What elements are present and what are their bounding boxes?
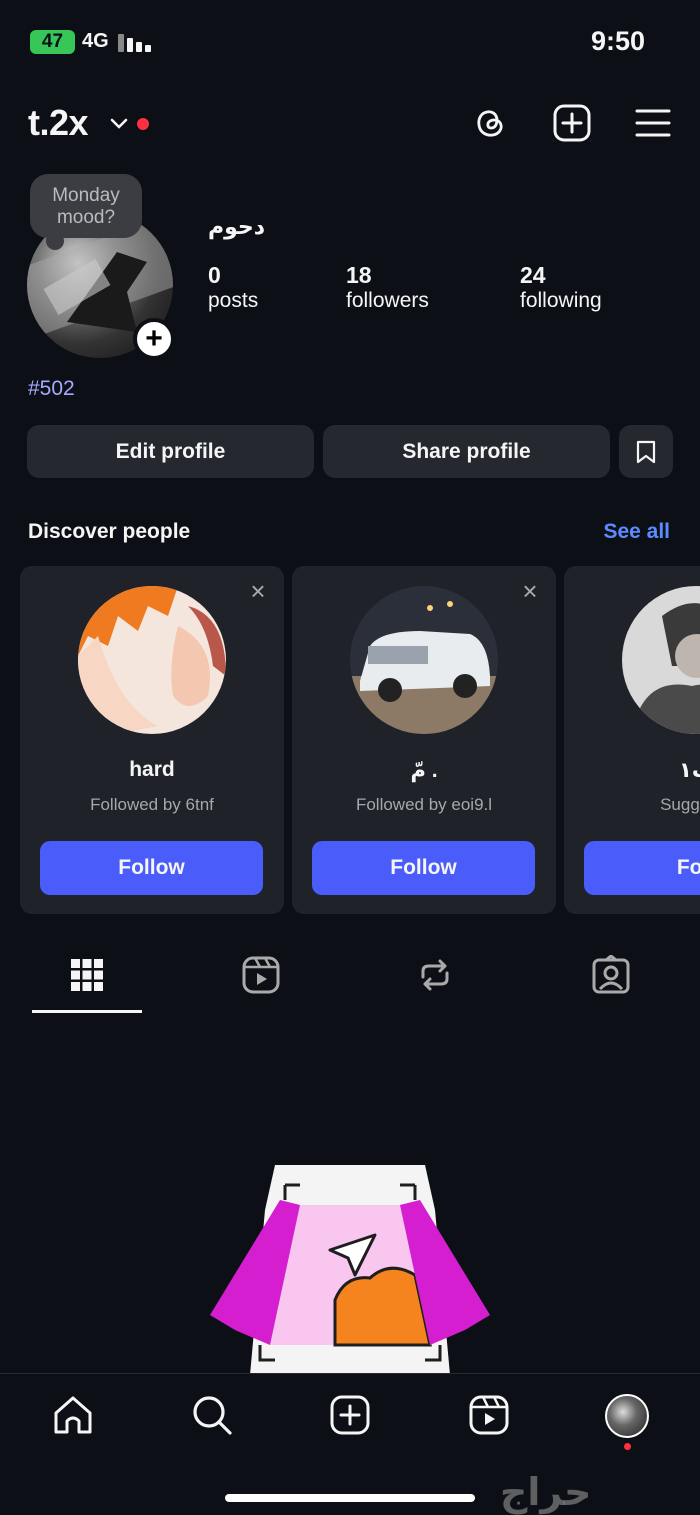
create-icon[interactable] (552, 103, 592, 143)
signal-icon (118, 32, 152, 52)
saved-button[interactable] (619, 425, 673, 478)
suggestion-reason: Followed by 6tnf (90, 795, 214, 814)
suggestion-card[interactable]: × hard Followed by 6tnf Follow (20, 566, 284, 914)
car-avatar-image (350, 586, 498, 734)
watermark: حراج (500, 1472, 592, 1514)
empty-posts-illustration-icon (210, 1165, 490, 1375)
posts-count[interactable]: 0 (208, 262, 221, 289)
reels-tab-icon[interactable] (241, 955, 281, 995)
battery-indicator: 47 (30, 30, 75, 54)
network-type: 4G (82, 30, 109, 52)
follow-button[interactable]: Follow (40, 841, 263, 895)
add-story-button[interactable]: + (133, 318, 175, 360)
reposts-tab-icon[interactable] (415, 955, 455, 995)
chevron-down-icon[interactable] (108, 112, 130, 134)
suggestion-card[interactable]: × مّ . Followed by eoi9.l Follow (292, 566, 556, 914)
suggestion-name[interactable]: hard (20, 758, 284, 782)
suggestion-avatar[interactable] (350, 586, 498, 734)
menu-icon[interactable] (633, 103, 673, 143)
followers-count[interactable]: 18 (346, 262, 372, 289)
suggestion-reason: Followed by eoi9.l (355, 795, 493, 814)
anime-avatar-image (78, 586, 226, 734)
edit-profile-button[interactable]: Edit profile (27, 425, 314, 478)
bookmark-icon (636, 440, 656, 463)
following-count[interactable]: 24 (520, 262, 546, 289)
profile-tab-avatar[interactable] (605, 1394, 649, 1438)
suggestion-name[interactable]: مّ . (292, 758, 556, 783)
tagged-tab-icon[interactable] (591, 955, 631, 995)
following-label[interactable]: following (520, 289, 602, 313)
suggestion-avatar[interactable] (78, 586, 226, 734)
follow-button[interactable]: Foll (584, 841, 700, 895)
search-icon[interactable] (190, 1393, 234, 1437)
home-icon[interactable] (51, 1393, 95, 1437)
grid-tab-icon[interactable] (67, 955, 107, 995)
reels-icon[interactable] (467, 1393, 511, 1437)
username-switcher[interactable]: t.2x (28, 102, 89, 144)
note-bubble[interactable]: Monday mood? (30, 174, 142, 238)
follow-button[interactable]: Follow (312, 841, 535, 895)
display-name: دحوم (208, 214, 266, 239)
battery-level: 47 (41, 31, 64, 52)
discover-people-title: Discover people (28, 520, 191, 543)
suggestion-name[interactable]: ب١ (564, 758, 700, 783)
see-all-link[interactable]: See all (603, 520, 670, 544)
share-profile-button[interactable]: Share profile (323, 425, 610, 478)
active-tab-indicator (32, 1010, 142, 1013)
notification-dot (137, 118, 149, 130)
posts-label[interactable]: posts (208, 289, 258, 313)
clock: 9:50 (590, 26, 645, 56)
followers-label[interactable]: followers (346, 289, 429, 313)
threads-icon[interactable] (470, 103, 510, 143)
suggestion-reason: Suggeste (660, 795, 700, 814)
profile-notification-dot (624, 1443, 631, 1450)
create-post-icon[interactable] (328, 1393, 372, 1437)
person-avatar-image (622, 586, 700, 734)
suggestion-avatar[interactable] (622, 586, 700, 734)
home-indicator[interactable] (225, 1494, 475, 1502)
dismiss-icon[interactable]: × (246, 578, 270, 604)
dismiss-icon[interactable]: × (518, 578, 542, 604)
suggestion-card[interactable]: ب١ Suggeste Foll (564, 566, 700, 914)
bio-hashtag[interactable]: #502 (28, 377, 75, 401)
